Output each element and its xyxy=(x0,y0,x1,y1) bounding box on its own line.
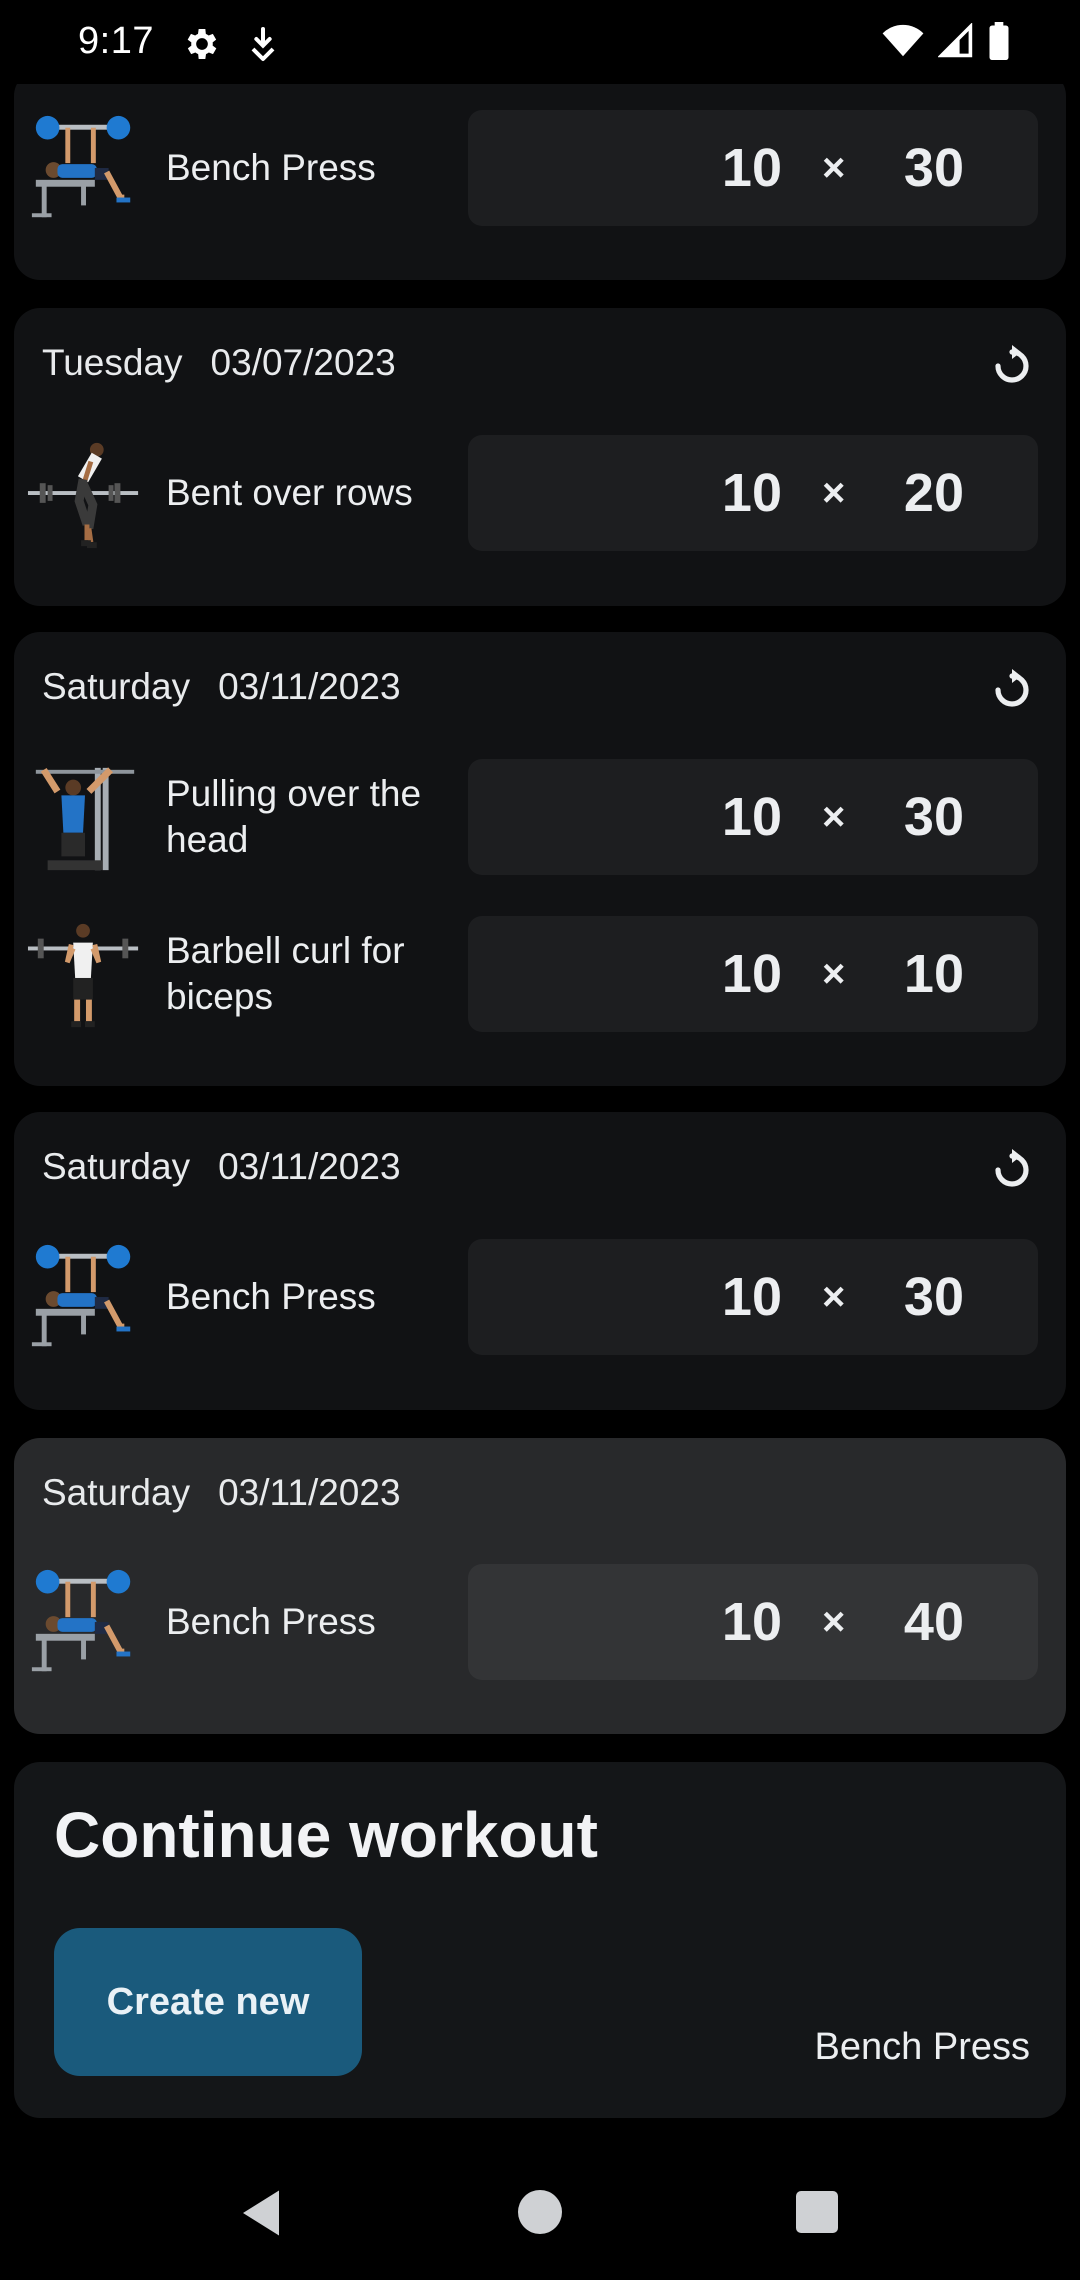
bench-press-figure xyxy=(31,115,131,218)
continue-workout-title: Continue workout xyxy=(54,1799,598,1871)
recents-icon[interactable] xyxy=(796,2191,838,2233)
pulldown-figure xyxy=(35,767,135,871)
exercise-row[interactable]: Bench Press 10 × 40 xyxy=(14,1564,1066,1680)
exercise-row[interactable]: Barbell curl for biceps 10 × 10 xyxy=(14,916,1066,1032)
exercise-name: Barbell curl for biceps xyxy=(166,930,405,1017)
exercise-name: Bench Press xyxy=(166,147,376,188)
workout-card-header: Saturday 03/11/2023 xyxy=(42,1112,401,1222)
back-icon[interactable] xyxy=(234,2186,288,2240)
exercise-row[interactable]: Bench Press 10 × 30 xyxy=(14,1239,1066,1355)
navigation-bar xyxy=(0,2160,1080,2280)
set-value-box[interactable]: 10 × 20 xyxy=(468,435,1038,551)
wifi-icon xyxy=(882,24,924,57)
restart-icon[interactable] xyxy=(988,1146,1036,1194)
reps-value: 10 xyxy=(721,138,782,198)
bench-press-figure xyxy=(31,1244,131,1347)
exercise-row[interactable]: Pulling over the head 10 × 30 xyxy=(14,759,1066,875)
set-value-box[interactable]: 10 × 30 xyxy=(468,1239,1038,1355)
workout-card-header: Saturday 03/11/2023 xyxy=(42,632,401,742)
weight-value: 40 xyxy=(903,1592,964,1652)
weight-value: 30 xyxy=(903,787,964,847)
reps-value: 10 xyxy=(721,463,782,523)
times-symbol: × xyxy=(822,1599,846,1644)
set-value-box[interactable]: 10 × 10 xyxy=(468,916,1038,1032)
restart-icon[interactable] xyxy=(988,666,1036,714)
signal-icon xyxy=(938,23,973,58)
workout-card[interactable]: Tuesday 03/07/2023 Bent over rows 10 × 2… xyxy=(14,308,1066,606)
workout-date: 03/11/2023 xyxy=(218,666,401,707)
reps-value: 10 xyxy=(721,944,782,1004)
workout-date: 03/07/2023 xyxy=(210,342,396,383)
set-value-box[interactable]: 10 × 40 xyxy=(468,1564,1038,1680)
times-symbol: × xyxy=(822,470,846,515)
home-icon[interactable] xyxy=(518,2190,562,2234)
download-icon xyxy=(251,27,275,61)
barbell-curl-figure xyxy=(27,923,139,1028)
create-new-button[interactable]: Create new xyxy=(54,1928,362,2076)
weight-value: 30 xyxy=(903,138,964,198)
exercise-name: Bench Press xyxy=(166,1601,376,1642)
app-screen: 9:17 Bench Press 10 × 30 Tuesday 03/07/2… xyxy=(0,0,1080,2280)
exercise-row[interactable]: Bench Press 10 × 30 xyxy=(14,110,1066,226)
exercise-name: Pulling over the head xyxy=(166,773,422,860)
restart-icon[interactable] xyxy=(988,342,1036,390)
set-value-box[interactable]: 10 × 30 xyxy=(468,110,1038,226)
exercise-name: Bent over rows xyxy=(166,472,413,513)
times-symbol: × xyxy=(822,951,846,996)
settings-icon xyxy=(187,29,217,59)
weight-value: 20 xyxy=(903,463,964,523)
weight-value: 10 xyxy=(903,944,964,1004)
bench-press-figure xyxy=(31,1569,131,1672)
workout-day: Saturday xyxy=(42,1472,191,1513)
bent-over-rows-figure xyxy=(27,442,139,549)
status-bar: 9:17 xyxy=(0,0,1080,84)
workout-card[interactable]: Saturday 03/11/2023 Bench Press 10 × 30 xyxy=(14,1112,1066,1410)
reps-value: 10 xyxy=(721,787,782,847)
status-right-icons xyxy=(882,22,1010,60)
times-symbol: × xyxy=(822,794,846,839)
workout-card-header: Saturday 03/11/2023 xyxy=(42,1438,401,1548)
weight-value: 30 xyxy=(903,1267,964,1327)
status-time: 9:17 xyxy=(78,20,154,62)
workout-card[interactable]: Saturday 03/11/2023 Pulling over the hea… xyxy=(14,632,1066,1086)
exercise-name: Bench Press xyxy=(166,1276,376,1317)
workout-day: Saturday xyxy=(42,1146,191,1187)
workout-card[interactable]: Bench Press 10 × 30 xyxy=(14,70,1066,280)
workout-date: 03/11/2023 xyxy=(218,1472,401,1513)
times-symbol: × xyxy=(822,1274,846,1319)
reps-value: 10 xyxy=(721,1592,782,1652)
workout-card-selected[interactable]: Saturday 03/11/2023 Bench Press 10 × 40 xyxy=(14,1438,1066,1734)
workout-card-header: Tuesday 03/07/2023 xyxy=(42,308,396,418)
exercise-row[interactable]: Bent over rows 10 × 20 xyxy=(14,435,1066,551)
battery-icon xyxy=(989,22,1009,60)
last-exercise-link[interactable]: Bench Press xyxy=(815,2026,1030,2069)
reps-value: 10 xyxy=(721,1267,782,1327)
workout-day: Saturday xyxy=(42,666,191,707)
times-symbol: × xyxy=(822,145,846,190)
workout-day: Tuesday xyxy=(42,342,183,383)
set-value-box[interactable]: 10 × 30 xyxy=(468,759,1038,875)
continue-workout-panel: Continue workout Create new Bench Press xyxy=(14,1762,1066,2118)
workout-date: 03/11/2023 xyxy=(218,1146,401,1187)
